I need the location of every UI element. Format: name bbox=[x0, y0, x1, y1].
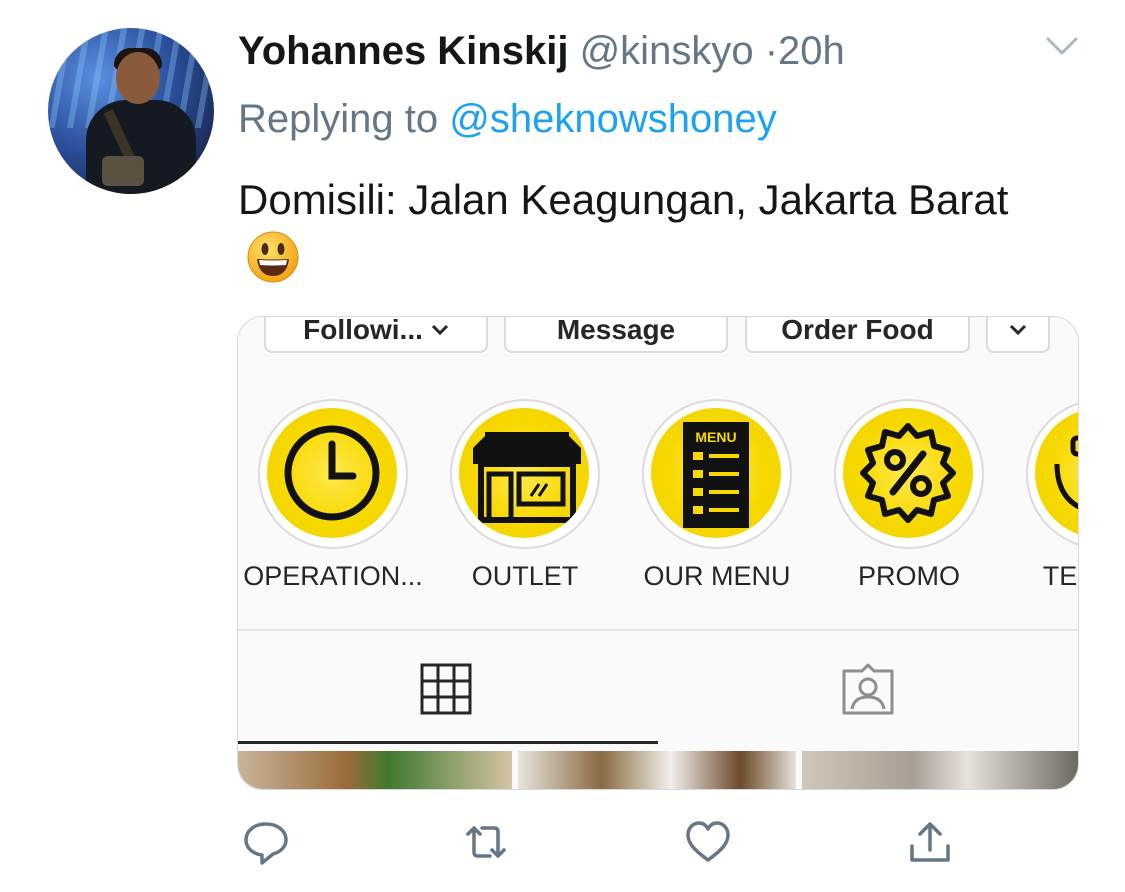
photo-grid bbox=[238, 751, 1078, 789]
highlight-promo bbox=[834, 399, 984, 549]
like-icon[interactable] bbox=[684, 818, 732, 866]
avatar-bag bbox=[102, 156, 144, 186]
highlight-label: OUTLET bbox=[471, 561, 579, 591]
tweet-text: Domisili: Jalan Keagungan, Jakarta Barat bbox=[238, 176, 1009, 223]
divider bbox=[238, 629, 1078, 631]
following-label: Followi... bbox=[303, 316, 423, 345]
highlight-label: TES bbox=[1042, 561, 1078, 591]
embedded-image[interactable]: Followi... Message Order Food OPERATION.… bbox=[237, 316, 1079, 790]
header-separator: · bbox=[764, 29, 779, 73]
storefront-icon bbox=[473, 432, 581, 523]
highlight-circle bbox=[459, 408, 589, 538]
photo-thumbnail bbox=[802, 751, 1078, 789]
share-icon[interactable] bbox=[906, 818, 954, 866]
author-handle[interactable]: @kinskyo bbox=[580, 29, 754, 73]
more-button bbox=[986, 317, 1050, 353]
tweet-body: Domisili: Jalan Keagungan, Jakarta Barat bbox=[238, 170, 1038, 292]
order-food-button: Order Food bbox=[745, 316, 970, 353]
active-tab-indicator bbox=[238, 741, 658, 744]
chevron-down-icon[interactable] bbox=[1045, 34, 1079, 58]
author-name[interactable]: Yohannes Kinskij bbox=[238, 29, 568, 73]
highlight-label: OPERATION... bbox=[243, 561, 423, 591]
percent-badge-icon bbox=[860, 423, 956, 523]
grinning-face-emoji bbox=[247, 231, 299, 283]
highlight-operation bbox=[258, 399, 408, 549]
reply-icon[interactable] bbox=[242, 818, 290, 866]
replying-prefix: Replying to bbox=[238, 97, 439, 141]
chevron-down-icon bbox=[1009, 324, 1027, 336]
reply-mention-link[interactable]: @sheknowshoney bbox=[449, 97, 776, 141]
highlight-outlet bbox=[450, 399, 600, 549]
tweet-time[interactable]: 20h bbox=[778, 29, 845, 73]
highlight-label: OUR MENU bbox=[643, 561, 791, 591]
retweet-icon[interactable] bbox=[462, 818, 510, 866]
photo-thumbnail bbox=[238, 751, 512, 789]
photo-thumbnail bbox=[518, 751, 796, 789]
highlight-circle bbox=[267, 408, 397, 538]
menu-icon-text: MENU bbox=[695, 429, 736, 445]
message-label: Message bbox=[556, 316, 676, 345]
highlight-our-menu: MENU bbox=[642, 399, 792, 549]
tweet-header: Yohannes Kinskij @kinskyo ·20h bbox=[238, 26, 845, 76]
clock-icon bbox=[284, 425, 380, 521]
avatar[interactable] bbox=[48, 28, 214, 194]
message-button: Message bbox=[504, 316, 728, 353]
highlight-circle: MENU bbox=[651, 408, 781, 538]
highlight-partial bbox=[1026, 399, 1078, 549]
tagged-icon bbox=[842, 663, 894, 715]
grid-icon bbox=[420, 663, 472, 715]
avatar-face bbox=[116, 52, 160, 104]
following-button: Followi... bbox=[264, 316, 488, 353]
menu-list-icon: MENU bbox=[683, 422, 749, 528]
highlight-circle bbox=[843, 408, 973, 538]
replying-to-line: Replying to @sheknowshoney bbox=[238, 93, 777, 145]
order-food-label: Order Food bbox=[781, 316, 934, 345]
chevron-down-icon bbox=[431, 324, 448, 336]
